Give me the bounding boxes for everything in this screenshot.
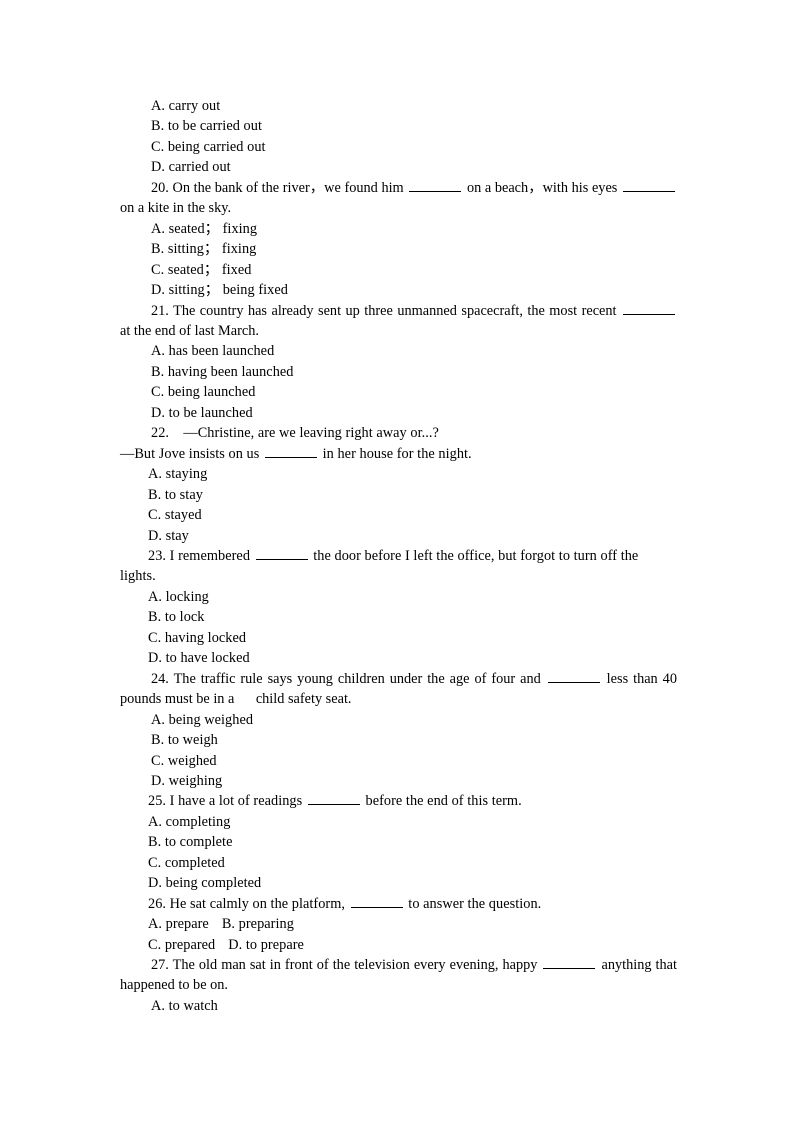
answer-blank — [409, 179, 462, 192]
option-line: A. staying — [148, 466, 208, 483]
option-line: C. seated； fixed — [151, 261, 252, 278]
question-stem-text: in her house for the night. — [319, 445, 472, 462]
question-stem-text: 23. I remembered — [148, 547, 254, 564]
option-line: D. being completed — [148, 875, 262, 892]
question-stem-text: 24. The traffic rule says young children… — [151, 670, 546, 687]
answer-blank — [307, 793, 360, 806]
question-stem-text: 26. He sat calmly on the platform, — [148, 895, 349, 912]
option-line: A. locking — [148, 588, 209, 605]
option-line: D. to have locked — [148, 650, 250, 667]
option-line: A. carry out — [151, 98, 221, 114]
question-stem-text: 25. I have a lot of readings — [148, 793, 306, 810]
option-line: C. stayed — [148, 507, 202, 524]
option-label-d: D. to prepare — [228, 936, 304, 953]
question-stem-23: 23. I remembered the door before I left … — [120, 546, 677, 587]
option-line: C. being carried out — [151, 138, 266, 155]
question-stem-text: on a kite in the sky. — [120, 200, 232, 217]
answer-blank — [350, 895, 403, 908]
option-line: C. completed — [148, 854, 225, 871]
option-line: D. weighing — [151, 772, 223, 789]
option-line: C. having locked — [148, 629, 247, 646]
option-line: B. having been launched — [151, 363, 294, 380]
option-line: A. to watch — [151, 997, 218, 1014]
option-line: B. to be carried out — [151, 118, 262, 135]
question-stem-text: at the end of last March. — [120, 322, 259, 339]
question-stem-text: before the end of this term. — [361, 793, 522, 810]
question-stem-22-line1: 22. —Christine, are we leaving right awa… — [151, 425, 439, 442]
question-stem-25: 25. I have a lot of readings before the … — [120, 791, 677, 811]
question-stem-26: 26. He sat calmly on the platform, to an… — [120, 894, 677, 914]
option-line: B. to weigh — [151, 732, 218, 749]
question-stem-text: 20. On the bank of the river，we found hi… — [151, 179, 408, 196]
document-page: A. carry out B. to be carried out C. bei… — [0, 0, 794, 1123]
answer-blank — [255, 547, 308, 560]
document-body: A. carry out B. to be carried out C. bei… — [120, 96, 677, 1016]
question-stem-27: 27. The old man sat in front of the tele… — [120, 955, 677, 996]
question-stem-text: 27. The old man sat in front of the tele… — [151, 957, 542, 974]
option-line-pair: A. prepare B. preparing — [120, 914, 677, 934]
answer-blank — [622, 179, 675, 192]
question-stem-20: 20. On the bank of the river，we found hi… — [120, 178, 677, 219]
option-line: A. being weighed — [151, 711, 254, 728]
option-line: A. completing — [148, 813, 231, 830]
question-stem-text: 21. The country has already sent up thre… — [151, 302, 621, 319]
answer-blank — [265, 445, 317, 458]
option-line: B. sitting； fixing — [151, 241, 257, 258]
answer-blank — [623, 302, 675, 315]
option-line: D. to be launched — [151, 404, 253, 421]
option-label-b: B. preparing — [221, 916, 294, 933]
option-line: B. to lock — [148, 609, 205, 626]
option-line: B. to complete — [148, 834, 233, 851]
option-line: A. has been launched — [151, 343, 275, 360]
answer-blank — [547, 670, 600, 683]
question-stem-text: to answer the question. — [404, 895, 542, 912]
option-line: C. being launched — [151, 384, 256, 401]
question-stem-21: 21. The country has already sent up thre… — [120, 301, 677, 342]
question-stem-text: on a beach，with his eyes — [463, 179, 621, 196]
option-label-c: C. prepared — [148, 936, 216, 953]
question-stem-22-line2: —But Jove insists on us in her house for… — [120, 444, 677, 464]
option-line-pair: C. prepared D. to prepare — [120, 935, 677, 955]
answer-blank — [543, 956, 596, 970]
option-label-a: A. prepare — [148, 916, 209, 933]
option-line: A. seated； fixing — [151, 220, 258, 237]
option-line: B. to stay — [148, 486, 203, 503]
question-stem-text: —But Jove insists on us — [120, 445, 263, 462]
option-line: C. weighed — [151, 752, 217, 769]
option-line: D. carried out — [151, 159, 231, 176]
option-line: D. sitting； being fixed — [151, 282, 288, 299]
question-stem-24: 24. The traffic rule says young children… — [120, 669, 677, 710]
option-line: D. stay — [148, 527, 189, 544]
